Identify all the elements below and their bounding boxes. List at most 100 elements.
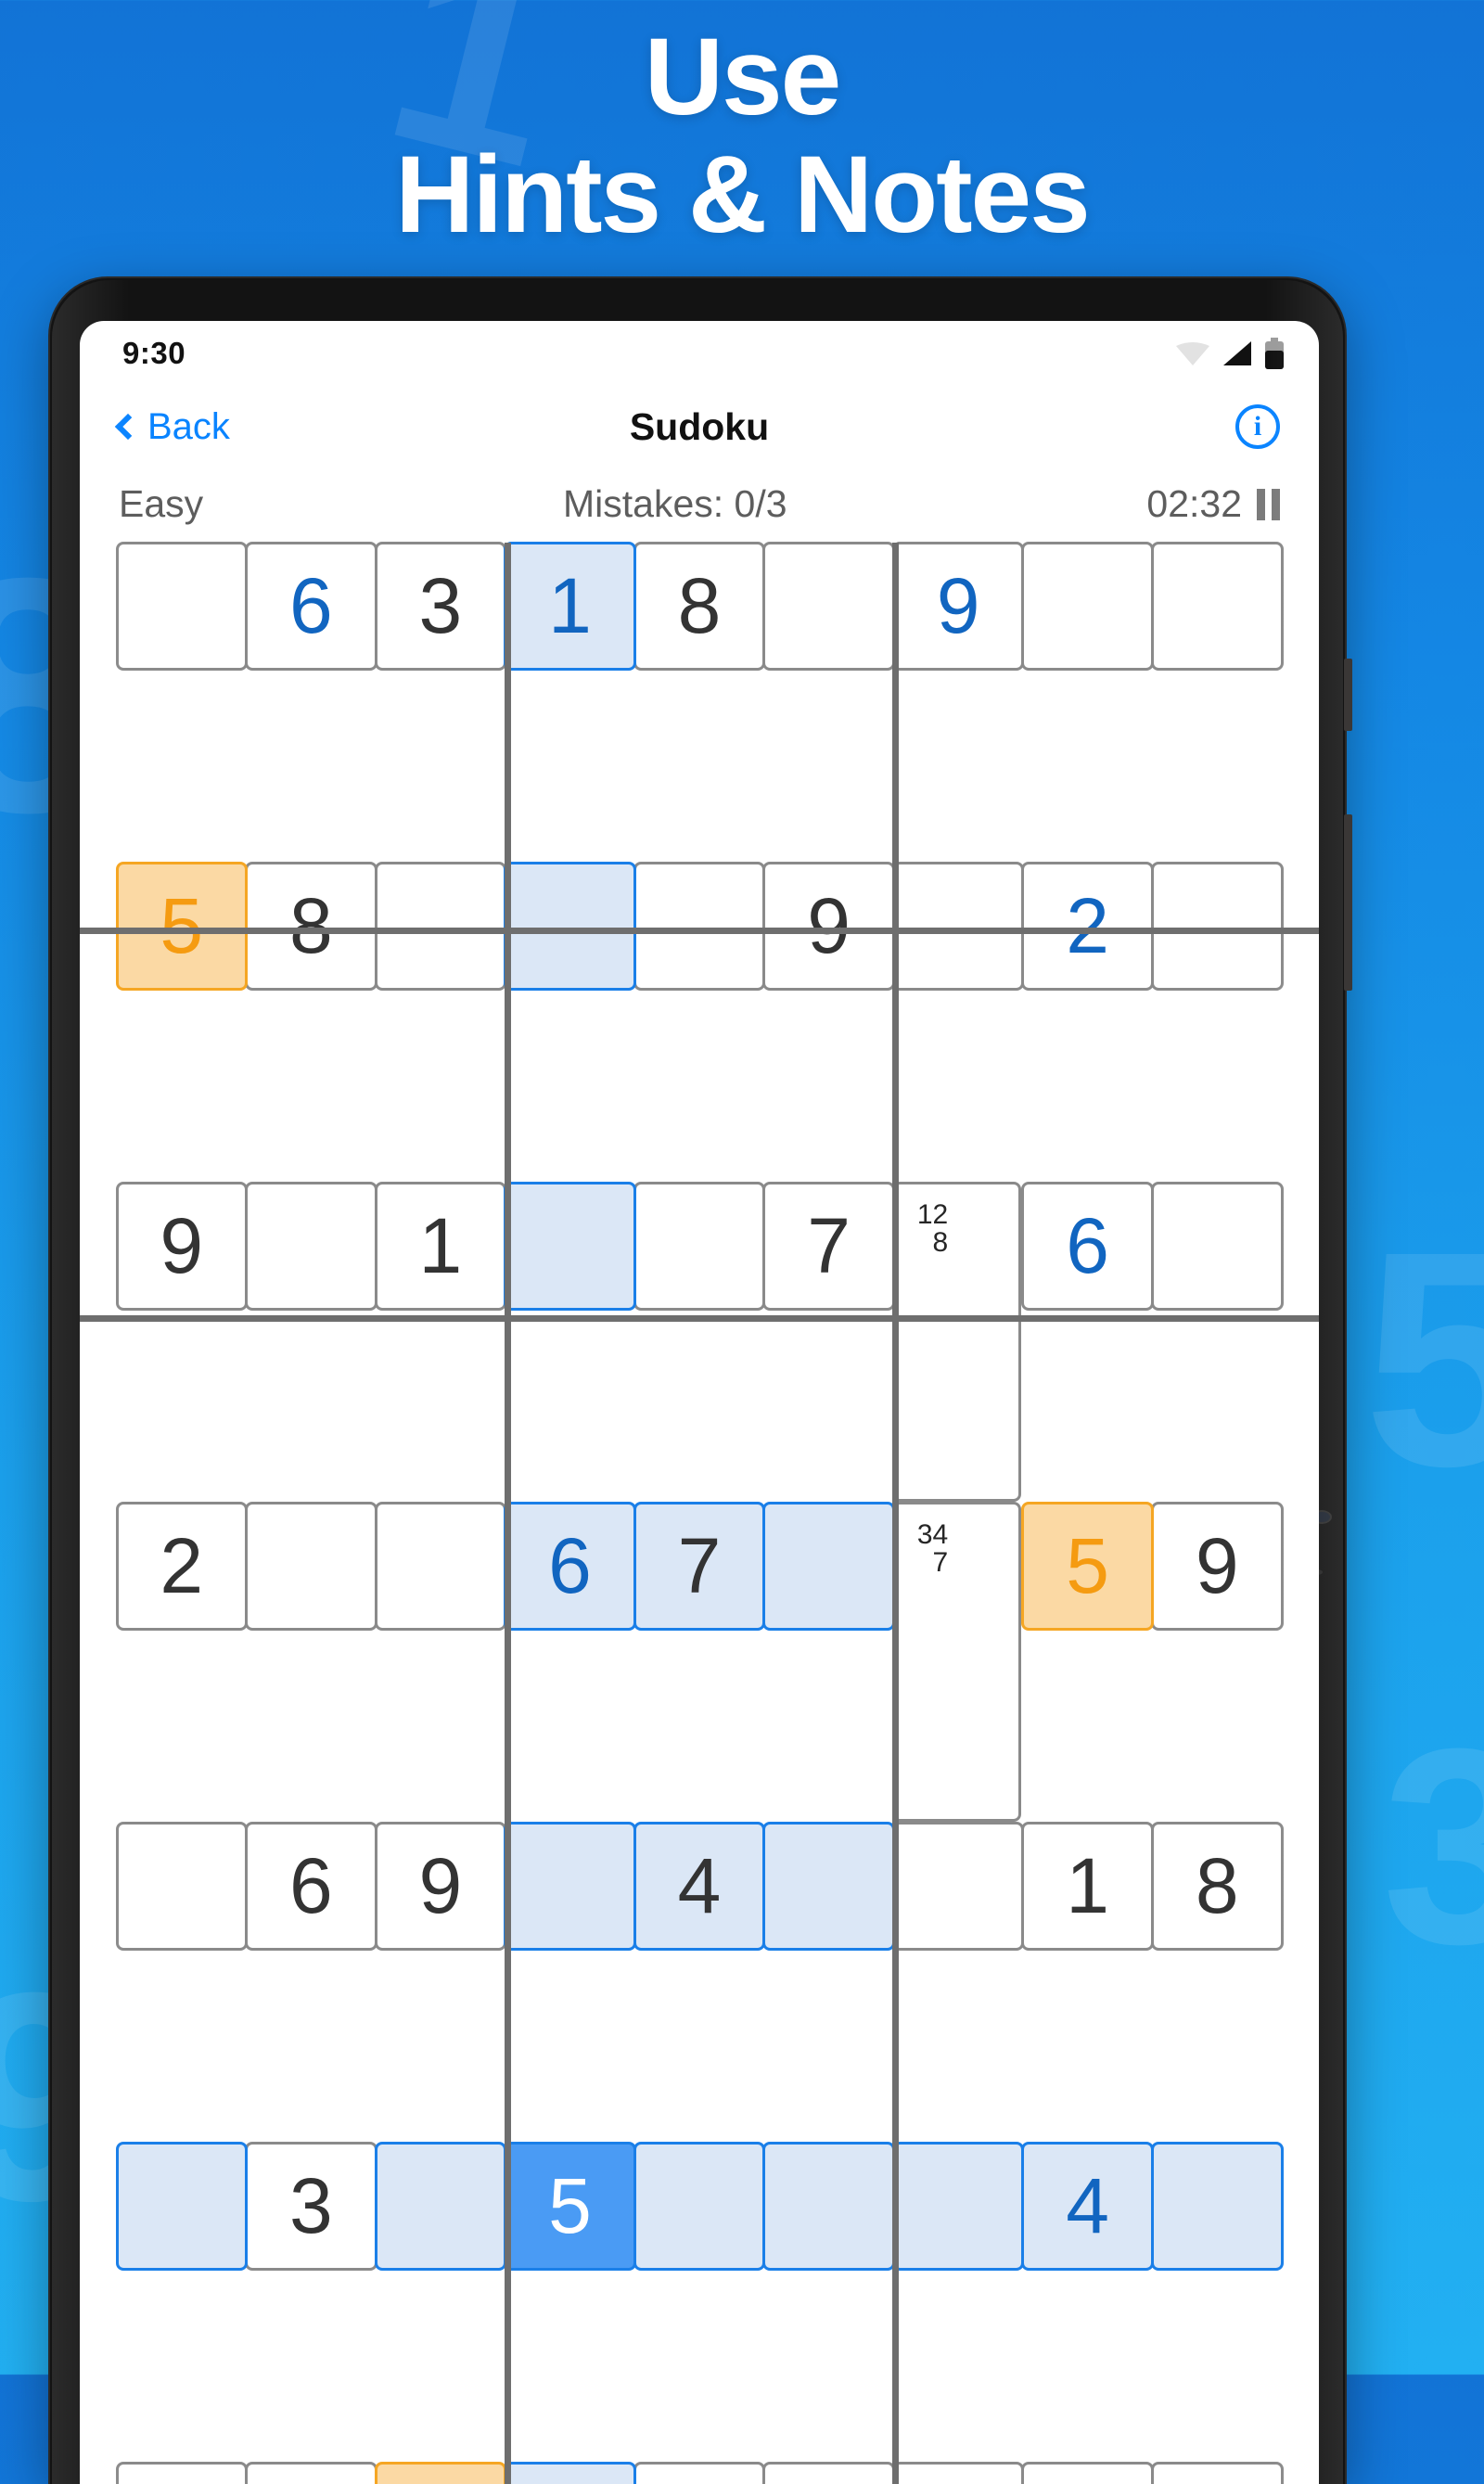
sudoku-cell-r3c2[interactable]: [245, 1182, 377, 1312]
sudoku-cell-r4c6[interactable]: [762, 1502, 895, 1632]
sudoku-cell-r5c8[interactable]: 1: [1021, 1822, 1154, 1952]
info-icon-glyph: i: [1254, 411, 1261, 442]
bg-watermark-5: 5: [1363, 1206, 1484, 1512]
sudoku-cell-r1c8[interactable]: [1021, 542, 1154, 672]
promo-headline: Use Hints & Notes: [0, 19, 1484, 255]
sudoku-cell-r4c9[interactable]: 9: [1151, 1502, 1284, 1632]
timer-group: 02:32: [1146, 482, 1280, 526]
phone-mockup: 9:30 Back Sudoku: [48, 276, 1347, 2484]
note-8: [933, 1577, 949, 1605]
sudoku-cell-r6c7[interactable]: [892, 2142, 1025, 2272]
sudoku-cell-r1c7[interactable]: 9: [892, 542, 1025, 672]
sudoku-cell-r7c9[interactable]: [1151, 2462, 1284, 2484]
sudoku-cell-r3c3[interactable]: 1: [375, 1182, 507, 1312]
sudoku-cell-r2c8[interactable]: 2: [1021, 862, 1154, 992]
sudoku-cell-r4c8[interactable]: 5: [1021, 1502, 1154, 1632]
sudoku-cell-r2c5[interactable]: [633, 862, 766, 992]
sudoku-cell-r6c6[interactable]: [762, 2142, 895, 2272]
sudoku-grid[interactable]: 6318958929171286267347596941835435635969…: [117, 543, 1282, 2484]
sudoku-cell-r7c5[interactable]: [633, 2462, 766, 2484]
sudoku-cell-r4c5[interactable]: 7: [633, 1502, 766, 1632]
sudoku-cell-r3c8[interactable]: 6: [1021, 1182, 1154, 1312]
nav-bar: Back Sudoku i: [80, 378, 1319, 475]
cell-notes: 128: [906, 1193, 959, 1293]
sudoku-cell-r2c7[interactable]: [892, 862, 1025, 992]
sudoku-cell-r3c7[interactable]: 128: [892, 1182, 1022, 1502]
sudoku-board-wrapper: 6318958929171286267347596941835435635969…: [80, 543, 1319, 2484]
pause-icon[interactable]: [1257, 489, 1280, 520]
promo-headline-line1: Use: [0, 19, 1484, 136]
sudoku-cell-r4c1[interactable]: 2: [116, 1502, 249, 1632]
sudoku-cell-r6c1[interactable]: [116, 2142, 249, 2272]
sudoku-cell-r5c3[interactable]: 9: [375, 1822, 507, 1952]
sudoku-cell-r3c4[interactable]: [504, 1182, 636, 1312]
sudoku-cell-r7c6[interactable]: 6: [762, 2462, 895, 2484]
sudoku-cell-r1c6[interactable]: [762, 542, 895, 672]
sudoku-cell-r6c3[interactable]: [375, 2142, 507, 2272]
sudoku-cell-r2c3[interactable]: [375, 862, 507, 992]
sudoku-cell-r2c4[interactable]: [504, 862, 636, 992]
wifi-icon: [1174, 339, 1211, 367]
sudoku-cell-r7c8[interactable]: [1021, 2462, 1154, 2484]
sudoku-cell-r3c5[interactable]: [633, 1182, 766, 1312]
difficulty-label: Easy: [119, 482, 203, 526]
sudoku-cell-r5c9[interactable]: 8: [1151, 1822, 1284, 1952]
sudoku-cell-r1c4[interactable]: 1: [504, 542, 636, 672]
sudoku-cell-r5c2[interactable]: 6: [245, 1822, 377, 1952]
note-1: 3: [917, 1521, 933, 1549]
sudoku-cell-r7c1[interactable]: 3: [116, 2462, 249, 2484]
note-5: 7: [933, 1549, 949, 1577]
sudoku-cell-r5c4[interactable]: [504, 1822, 636, 1952]
sudoku-cell-r4c4[interactable]: 6: [504, 1502, 636, 1632]
sudoku-cell-r1c9[interactable]: [1151, 542, 1284, 672]
sudoku-cell-r7c2[interactable]: [245, 2462, 377, 2484]
promo-headline-line2: Hints & Notes: [0, 136, 1484, 254]
chevron-left-icon: [115, 414, 141, 440]
sudoku-cell-r7c7[interactable]: [892, 2462, 1025, 2484]
note-7: [917, 1577, 933, 1605]
sudoku-cell-r4c2[interactable]: [245, 1502, 377, 1632]
sudoku-cell-r5c1[interactable]: [116, 1822, 249, 1952]
sudoku-cell-r1c1[interactable]: [116, 542, 249, 672]
sudoku-cell-r6c9[interactable]: [1151, 2142, 1284, 2272]
sudoku-cell-r6c2[interactable]: 3: [245, 2142, 377, 2272]
note-2: 4: [933, 1521, 949, 1549]
note-5: 8: [933, 1229, 949, 1257]
signal-icon: [1222, 339, 1253, 367]
page-title: Sudoku: [80, 405, 1319, 449]
volume-up-button[interactable]: [1344, 659, 1352, 731]
sudoku-cell-r7c4[interactable]: [504, 2462, 636, 2484]
sudoku-cell-r2c6[interactable]: 9: [762, 862, 895, 992]
sudoku-cell-r2c9[interactable]: [1151, 862, 1284, 992]
sudoku-cell-r6c4[interactable]: 5: [504, 2142, 636, 2272]
sudoku-cell-r1c3[interactable]: 3: [375, 542, 507, 672]
note-1: 1: [917, 1201, 933, 1229]
volume-down-button[interactable]: [1344, 814, 1352, 991]
back-button-label: Back: [147, 406, 230, 448]
sudoku-cell-r3c1[interactable]: 9: [116, 1182, 249, 1312]
sudoku-cell-r5c5[interactable]: 4: [633, 1822, 766, 1952]
battery-icon: [1263, 338, 1286, 369]
sudoku-cell-r3c9[interactable]: [1151, 1182, 1284, 1312]
sudoku-cell-r3c6[interactable]: 7: [762, 1182, 895, 1312]
info-icon[interactable]: i: [1235, 404, 1280, 449]
back-button[interactable]: Back: [119, 406, 230, 448]
sudoku-cell-r1c5[interactable]: 8: [633, 542, 766, 672]
sudoku-cell-r5c7[interactable]: [892, 1822, 1025, 1952]
sudoku-cell-r2c2[interactable]: 8: [245, 862, 377, 992]
sudoku-cell-r6c5[interactable]: [633, 2142, 766, 2272]
note-4: [917, 1549, 933, 1577]
sudoku-cell-r4c7[interactable]: 347: [892, 1502, 1022, 1822]
note-2: 2: [933, 1201, 949, 1229]
note-4: [917, 1229, 933, 1257]
sudoku-cell-r2c1[interactable]: 5: [116, 862, 249, 992]
sudoku-cell-r7c3[interactable]: 5: [375, 2462, 507, 2484]
phone-screen: 9:30 Back Sudoku: [80, 321, 1319, 2484]
sudoku-cell-r5c6[interactable]: [762, 1822, 895, 1952]
sudoku-cell-r4c3[interactable]: [375, 1502, 507, 1632]
sudoku-cell-r6c8[interactable]: 4: [1021, 2142, 1154, 2272]
status-icons: [1174, 338, 1286, 369]
timer-label: 02:32: [1146, 482, 1242, 526]
sudoku-cell-r1c2[interactable]: 6: [245, 542, 377, 672]
note-8: [933, 1257, 949, 1285]
